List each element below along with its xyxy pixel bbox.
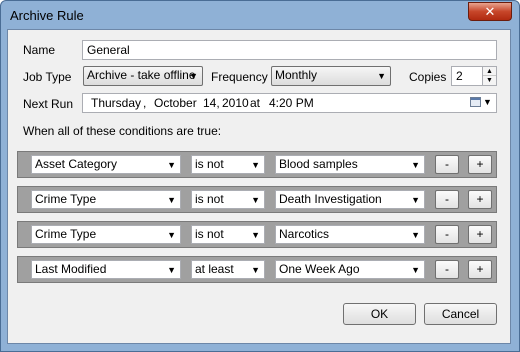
condition-operator-dropdown[interactable]: is not ▼ [191,225,265,244]
next-run-separator: , [143,96,147,110]
remove-condition-button[interactable]: - [435,155,459,174]
calendar-dropdown-icon[interactable]: ▼ [483,97,492,107]
condition-operator-value: is not [195,192,224,206]
close-button[interactable]: ✕ [468,2,512,21]
chevron-down-icon: ▼ [167,160,176,170]
chevron-down-icon: ▼ [167,230,176,240]
job-type-dropdown[interactable]: Archive - take offline ▼ [83,66,203,86]
frequency-value: Monthly [275,68,318,82]
condition-row: Crime Type ▼ is not ▼ Death Investigatio… [17,186,497,213]
next-run-time[interactable]: 4:20 PM [269,94,314,112]
condition-value-text: One Week Ago [279,262,360,276]
condition-value-text: Narcotics [279,227,330,241]
condition-value-text: Death Investigation [279,192,382,206]
remove-condition-button[interactable]: - [435,225,459,244]
chevron-down-icon: ▼ [377,71,386,81]
next-run-label: Next Run [23,97,74,111]
name-label: Name [23,43,56,57]
condition-operator-dropdown[interactable]: is not ▼ [191,155,265,174]
chevron-down-icon: ▼ [251,160,260,170]
ok-button[interactable]: OK [343,303,416,325]
spin-up-icon[interactable]: ▲ [483,67,496,76]
window-title: Archive Rule [10,8,84,23]
frequency-dropdown[interactable]: Monthly ▼ [271,66,391,86]
condition-field-dropdown[interactable]: Crime Type ▼ [31,225,181,244]
condition-field-value: Crime Type [35,227,97,241]
cancel-button[interactable]: Cancel [424,303,497,325]
title-bar[interactable]: Archive Rule ✕ [1,1,519,31]
chevron-down-icon: ▼ [411,195,420,205]
next-run-day[interactable]: 14, [203,94,220,112]
condition-row: Asset Category ▼ is not ▼ Blood samples … [17,151,497,178]
condition-operator-value: at least [195,262,234,276]
condition-operator-value: is not [195,227,224,241]
condition-value-dropdown[interactable]: Blood samples ▼ [275,155,425,174]
calendar-icon[interactable] [470,97,481,107]
next-run-at: at [250,96,261,110]
condition-field-dropdown[interactable]: Last Modified ▼ [31,260,181,279]
add-condition-button[interactable]: + [468,190,492,209]
chevron-down-icon: ▼ [411,230,420,240]
next-run-month[interactable]: October [154,94,197,112]
condition-value-dropdown[interactable]: One Week Ago ▼ [275,260,425,279]
remove-condition-button[interactable]: - [435,260,459,279]
condition-field-value: Last Modified [35,262,107,276]
condition-value-dropdown[interactable]: Narcotics ▼ [275,225,425,244]
chevron-down-icon: ▼ [251,195,260,205]
copies-label: Copies [409,70,447,84]
job-type-value: Archive - take offline [87,68,196,82]
copies-input[interactable]: 2 [451,66,483,86]
condition-field-value: Asset Category [35,157,118,171]
condition-value-text: Blood samples [279,157,358,171]
chevron-down-icon: ▼ [167,265,176,275]
condition-field-value: Crime Type [35,192,97,206]
chevron-down-icon: ▼ [411,265,420,275]
condition-field-dropdown[interactable]: Asset Category ▼ [31,155,181,174]
condition-operator-value: is not [195,157,224,171]
chevron-down-icon: ▼ [411,160,420,170]
condition-operator-dropdown[interactable]: at least ▼ [191,260,265,279]
chevron-down-icon: ▼ [189,71,198,81]
chevron-down-icon: ▼ [167,195,176,205]
add-condition-button[interactable]: + [468,260,492,279]
name-input[interactable]: General [82,40,497,60]
chevron-down-icon: ▼ [251,230,260,240]
next-run-year[interactable]: 2010 [222,94,249,112]
spin-down-icon[interactable]: ▼ [483,76,496,85]
condition-field-dropdown[interactable]: Crime Type ▼ [31,190,181,209]
add-condition-button[interactable]: + [468,225,492,244]
condition-value-dropdown[interactable]: Death Investigation ▼ [275,190,425,209]
conditions-label: When all of these conditions are true: [23,124,222,138]
chevron-down-icon: ▼ [251,265,260,275]
next-run-weekday[interactable]: Thursday [91,94,141,112]
next-run-datetime-picker[interactable]: Thursday , October 14, 2010 at 4:20 PM [82,93,497,113]
condition-operator-dropdown[interactable]: is not ▼ [191,190,265,209]
remove-condition-button[interactable]: - [435,190,459,209]
condition-row: Crime Type ▼ is not ▼ Narcotics ▼ - + [17,221,497,248]
copies-stepper[interactable]: ▲ ▼ [482,66,497,86]
condition-row: Last Modified ▼ at least ▼ One Week Ago … [17,256,497,283]
frequency-label: Frequency [211,70,268,84]
add-condition-button[interactable]: + [468,155,492,174]
job-type-label: Job Type [23,70,72,84]
